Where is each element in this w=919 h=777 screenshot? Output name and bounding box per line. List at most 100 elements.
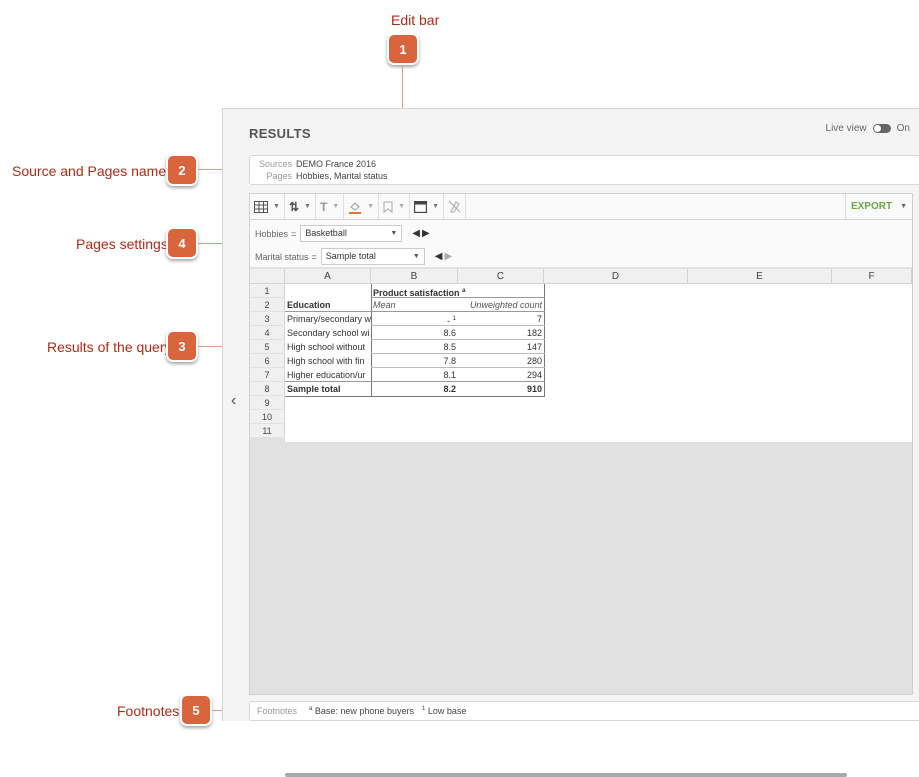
footnote-item: 1 Low base — [422, 706, 466, 716]
callout-label-edit-bar: Edit bar — [391, 12, 440, 28]
page-label: Marital status — [255, 251, 309, 262]
page-title: RESULTS — [249, 126, 311, 141]
footnote-item: a Base: new phone buyers — [309, 706, 414, 716]
page-nav[interactable]: ◀▶ — [412, 228, 431, 239]
table-divider — [371, 325, 545, 326]
edit-bar: ▼ ⇅ ▼ T ▼ ▼ ▼ ▼ EXPORT ▼ — [250, 194, 912, 220]
chevron-down-icon: ▼ — [273, 203, 280, 210]
table-divider — [285, 381, 545, 382]
pages-settings: Hobbies = Basketball ▼ ◀▶ Marital status… — [250, 220, 912, 267]
horizontal-scrollbar[interactable] — [285, 773, 847, 777]
table-divider — [285, 311, 545, 312]
footnote-text: Base: new phone buyers — [314, 706, 414, 716]
chevron-down-icon: ▼ — [367, 203, 375, 210]
bookmark-icon — [383, 201, 393, 213]
text-icon: T — [319, 199, 328, 214]
clear-icon — [448, 200, 461, 213]
live-view-switch[interactable]: Live view On — [826, 123, 910, 134]
callout-label-pages-settings: Pages settings — [76, 236, 168, 252]
col-header-f[interactable]: F — [832, 269, 912, 284]
callout-label-source-pages: Source and Pages names — [12, 163, 174, 179]
row-header[interactable]: 9 — [250, 396, 285, 410]
col-header-e[interactable]: E — [688, 269, 832, 284]
page-row-marital: Marital status = Sample total ▼ ◀▶ — [255, 248, 454, 265]
chevron-down-icon: ▼ — [432, 203, 440, 210]
next-page-icon[interactable]: ▶ — [445, 251, 455, 262]
corner-cell[interactable] — [250, 269, 285, 284]
callout-badge-1: 1 — [387, 33, 419, 65]
pages-value: Hobbies, Marital status — [296, 171, 388, 181]
row-header[interactable]: 1 — [250, 284, 285, 298]
footnote-text: Low base — [427, 706, 467, 716]
page-eq: = — [291, 228, 297, 239]
fill-color-icon — [349, 201, 362, 214]
page-row-hobbies: Hobbies = Basketball ▼ ◀▶ — [255, 225, 432, 242]
chevron-down-icon: ▼ — [332, 203, 340, 210]
table-divider — [371, 339, 545, 340]
layout-button[interactable]: ▼ — [410, 194, 445, 219]
row-header[interactable]: 7 — [250, 368, 285, 382]
page-nav[interactable]: ◀▶ — [435, 251, 454, 262]
layout-icon — [414, 200, 428, 213]
live-view-state: On — [896, 123, 910, 134]
hobbies-select[interactable]: Basketball ▼ — [300, 225, 403, 242]
table-icon — [254, 200, 268, 213]
fill-color-button[interactable]: ▼ — [344, 194, 380, 219]
footnote-marker: 1 — [421, 706, 426, 712]
footnotes-label: Footnotes — [257, 706, 298, 716]
toggle-icon[interactable] — [872, 124, 891, 133]
chevron-down-icon: ▼ — [390, 230, 398, 237]
sources-pages-box: Sources DEMO France 2016 Pages Hobbies, … — [249, 155, 919, 185]
export-button[interactable]: EXPORT ▼ — [845, 194, 912, 219]
marital-value: Sample total — [325, 251, 376, 261]
sort-icon: ⇅ — [288, 199, 299, 214]
prev-page-icon[interactable]: ◀ — [412, 228, 422, 239]
prev-page-icon[interactable]: ◀ — [435, 251, 445, 262]
table-divider — [371, 297, 545, 298]
table-divider — [371, 353, 545, 354]
text-format-button[interactable]: T ▼ — [316, 194, 345, 219]
clear-format-button[interactable] — [444, 194, 467, 219]
col-header-b[interactable]: B — [371, 269, 458, 284]
chevron-down-icon: ▼ — [304, 203, 311, 210]
pages-label: Pages — [266, 171, 292, 181]
hobbies-value: Basketball — [305, 228, 347, 238]
row-header[interactable]: 11 — [250, 424, 285, 438]
row-header[interactable]: 4 — [250, 326, 285, 340]
live-view-label: Live view — [825, 123, 867, 134]
footnotes-bar: Footnotes a Base: new phone buyers 1 Low… — [249, 701, 919, 721]
table-format-button[interactable]: ▼ — [250, 194, 285, 219]
callout-badge-3: 3 — [166, 330, 198, 362]
col-header-d[interactable]: D — [544, 269, 688, 284]
page-eq: = — [311, 251, 317, 262]
export-label: EXPORT — [850, 201, 893, 212]
callout-badge-5: 5 — [180, 694, 212, 726]
chevron-down-icon: ▼ — [398, 203, 406, 210]
callout-label-footnotes: Footnotes — [117, 703, 180, 719]
chevron-down-icon: ▼ — [412, 253, 420, 260]
callout-badge-2: 2 — [166, 154, 198, 186]
row-header[interactable]: 8 — [250, 382, 285, 396]
footnote-marker: a — [309, 706, 313, 712]
row-header[interactable]: 6 — [250, 354, 285, 368]
callout-badge-4: 4 — [166, 227, 198, 259]
row-header[interactable]: 5 — [250, 340, 285, 354]
row-header[interactable]: 3 — [250, 312, 285, 326]
sort-button[interactable]: ⇅ ▼ — [285, 194, 316, 219]
chevron-down-icon: ▼ — [900, 203, 908, 210]
results-main: ▼ ⇅ ▼ T ▼ ▼ ▼ ▼ EXPORT ▼ Hobbies = Baske… — [249, 193, 913, 777]
callout-label-results: Results of the query — [47, 339, 172, 355]
bookmark-button[interactable]: ▼ — [379, 194, 411, 219]
sources-label: Sources — [258, 159, 292, 169]
table-divider — [371, 367, 545, 368]
marital-status-select[interactable]: Sample total ▼ — [320, 248, 425, 265]
next-page-icon[interactable]: ▶ — [422, 228, 432, 239]
sources-value: DEMO France 2016 — [296, 159, 377, 169]
chevron-left-icon[interactable]: ‹ — [231, 392, 236, 410]
col-header-a[interactable]: A — [285, 269, 371, 284]
row-header[interactable]: 10 — [250, 410, 285, 424]
row-header[interactable]: 2 — [250, 298, 285, 312]
page-label: Hobbies — [255, 228, 289, 239]
results-panel: RESULTS Live view On Sources DEMO France… — [222, 108, 919, 777]
col-header-c[interactable]: C — [458, 269, 544, 284]
